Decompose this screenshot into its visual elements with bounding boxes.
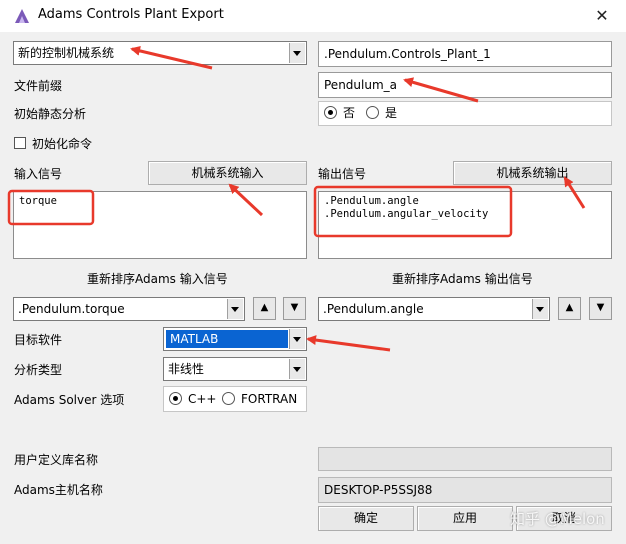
move-up-output-button[interactable]: ▲ bbox=[558, 297, 581, 320]
plant-output-button[interactable]: 机械系统输出 bbox=[453, 161, 612, 185]
adams-app-icon bbox=[15, 9, 29, 23]
target-software-select[interactable]: MATLAB bbox=[163, 327, 307, 351]
move-up-input-button[interactable]: ▲ bbox=[253, 297, 276, 320]
solver-radio-group: C++ FORTRAN bbox=[163, 386, 307, 412]
apply-button[interactable]: 应用 bbox=[417, 506, 513, 531]
user-library-label: 用户定义库名称 bbox=[14, 453, 99, 467]
input-signals-list[interactable]: torque bbox=[13, 191, 307, 259]
initial-static-yes-option[interactable]: 是 bbox=[366, 102, 397, 125]
radio-selected-icon bbox=[324, 106, 337, 119]
init-command-label: 初始化命令 bbox=[32, 137, 93, 151]
analysis-type-label: 分析类型 bbox=[14, 363, 63, 377]
input-signals-label: 输入信号 bbox=[14, 167, 63, 181]
output-signals-label: 输出信号 bbox=[318, 167, 367, 181]
reorder-output-select[interactable]: .Pendulum.angle bbox=[318, 297, 550, 321]
initial-static-label: 初始静态分析 bbox=[14, 107, 87, 121]
analysis-type-select[interactable]: 非线性 bbox=[163, 357, 307, 381]
host-name-label: Adams主机名称 bbox=[14, 483, 103, 497]
plant-name-field[interactable]: .Pendulum.Controls_Plant_1 bbox=[318, 41, 612, 67]
chevron-down-icon[interactable] bbox=[532, 299, 548, 319]
init-command-checkbox[interactable] bbox=[14, 137, 26, 149]
solver-fortran-option[interactable]: FORTRAN bbox=[222, 387, 297, 411]
ok-button[interactable]: 确定 bbox=[318, 506, 414, 531]
reorder-input-label: 重新排序Adams 输入信号 bbox=[87, 272, 228, 286]
plant-type-select[interactable]: 新的控制机械系统 bbox=[13, 41, 307, 65]
reorder-input-value: .Pendulum.torque bbox=[18, 302, 125, 316]
radio-icon bbox=[222, 392, 235, 405]
radio-selected-icon bbox=[169, 392, 182, 405]
reorder-input-select[interactable]: .Pendulum.torque bbox=[13, 297, 245, 321]
output-signal-item[interactable]: .Pendulum.angle bbox=[324, 195, 606, 208]
initial-static-no-option[interactable]: 否 bbox=[324, 102, 355, 125]
output-signals-list[interactable]: .Pendulum.angle .Pendulum.angular_veloci… bbox=[318, 191, 612, 259]
target-software-label: 目标软件 bbox=[14, 333, 63, 347]
window-title: Adams Controls Plant Export bbox=[38, 7, 224, 22]
file-prefix-label: 文件前缀 bbox=[14, 79, 63, 93]
output-signal-item[interactable]: .Pendulum.angular_velocity bbox=[324, 208, 606, 221]
chevron-down-icon[interactable] bbox=[289, 359, 305, 379]
title-bar: Adams Controls Plant Export ✕ bbox=[0, 0, 626, 32]
reorder-output-label: 重新排序Adams 输出信号 bbox=[392, 272, 533, 286]
watermark: 知乎 @Melon bbox=[510, 510, 605, 528]
move-down-output-button[interactable]: ▼ bbox=[589, 297, 612, 320]
solver-cpp-option[interactable]: C++ bbox=[169, 387, 217, 411]
target-software-value: MATLAB bbox=[170, 332, 219, 346]
user-library-field[interactable] bbox=[318, 447, 612, 471]
reorder-output-value: .Pendulum.angle bbox=[323, 302, 424, 316]
plant-input-button[interactable]: 机械系统输入 bbox=[148, 161, 307, 185]
solver-label: Adams Solver 选项 bbox=[14, 393, 125, 407]
move-down-input-button[interactable]: ▼ bbox=[283, 297, 306, 320]
chevron-down-icon[interactable] bbox=[289, 329, 305, 349]
plant-type-value: 新的控制机械系统 bbox=[18, 46, 115, 60]
analysis-type-value: 非线性 bbox=[168, 362, 205, 376]
input-signal-item[interactable]: torque bbox=[19, 195, 301, 208]
chevron-down-icon[interactable] bbox=[227, 299, 243, 319]
file-prefix-field[interactable]: Pendulum_a bbox=[318, 72, 612, 98]
close-button[interactable]: ✕ bbox=[590, 4, 614, 28]
annotation-arrow bbox=[306, 335, 391, 352]
radio-icon bbox=[366, 106, 379, 119]
host-name-field[interactable]: DESKTOP-P5SSJ88 bbox=[318, 477, 612, 503]
initial-static-radio-group: 否 是 bbox=[318, 101, 612, 126]
chevron-down-icon[interactable] bbox=[289, 43, 305, 63]
